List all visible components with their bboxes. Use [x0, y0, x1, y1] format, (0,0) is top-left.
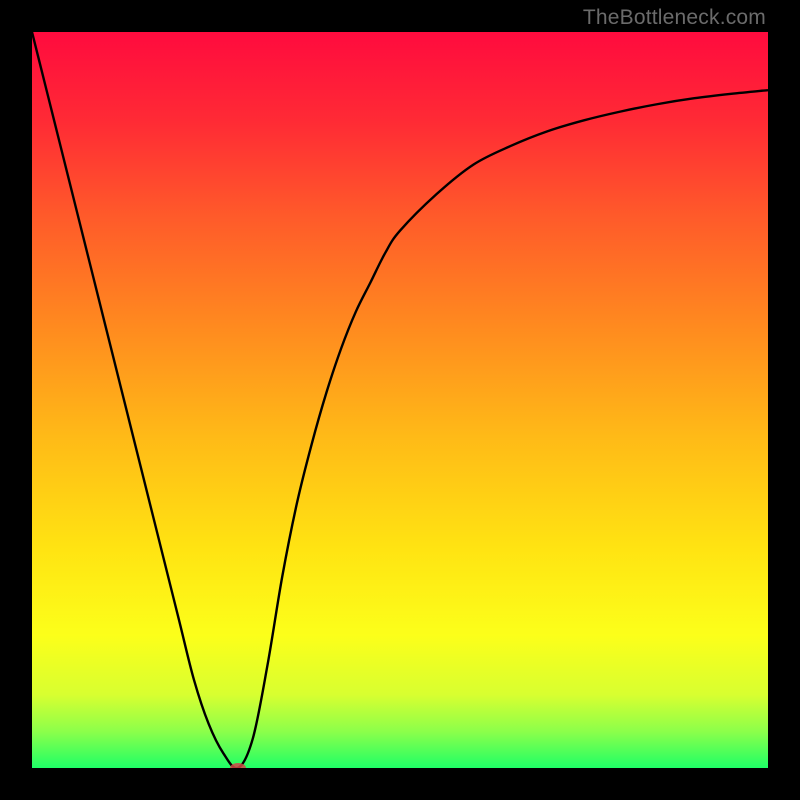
watermark-text: TheBottleneck.com: [583, 6, 766, 30]
plot-area: [32, 32, 768, 768]
chart-frame: TheBottleneck.com: [0, 0, 800, 800]
bottleneck-curve: [32, 32, 768, 768]
minimum-marker: [230, 763, 246, 768]
